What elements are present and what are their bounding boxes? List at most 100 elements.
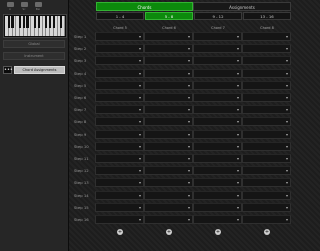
chevron-down-icon: ▾	[138, 180, 141, 186]
black-key	[48, 16, 52, 28]
chord-dropdown[interactable]: ▾	[144, 105, 193, 115]
chord-dropdown[interactable]: ▾	[193, 178, 242, 188]
chord-dropdown[interactable]: ▾	[193, 56, 242, 66]
add-button[interactable]: +	[215, 229, 221, 235]
chord-dropdown[interactable]: ▾	[95, 190, 144, 200]
chord-dropdown[interactable]: ▾	[193, 117, 242, 127]
chord-dropdown[interactable]: ▾	[95, 32, 144, 41]
chord-dropdown[interactable]: ▾	[144, 56, 193, 66]
chord-dropdown[interactable]: ▾	[95, 166, 144, 176]
chevron-down-icon: ▾	[187, 58, 190, 64]
chevron-down-icon: ▾	[285, 46, 288, 52]
chord-dropdown[interactable]: ▾	[242, 56, 291, 66]
step-label: Step 10	[74, 143, 89, 149]
chord-dropdown[interactable]: ▾	[95, 80, 144, 90]
range-tab-1-4[interactable]: 1 - 4	[96, 12, 144, 20]
chord-dropdown[interactable]: ▾	[242, 117, 291, 127]
chord-assignments-button[interactable]: Chord Assignments	[14, 66, 65, 74]
chord-dropdown[interactable]: ▾	[193, 129, 242, 139]
chord-dropdown[interactable]: ▾	[144, 93, 193, 102]
chord-dropdown[interactable]: ▾	[193, 80, 242, 90]
range-tab-5-8[interactable]: 5 - 8	[145, 12, 193, 20]
chevron-down-icon: ▾	[285, 168, 288, 174]
chord-dropdown[interactable]: ▾	[242, 68, 291, 78]
chord-dropdown[interactable]: ▾	[242, 32, 291, 41]
chord-dropdown[interactable]: ▾	[242, 178, 291, 188]
chord-dropdown[interactable]: ▾	[242, 154, 291, 163]
chord-dropdown[interactable]: ▾	[242, 202, 291, 212]
chord-dropdown[interactable]: ▾	[242, 166, 291, 176]
chord-dropdown[interactable]: ▾	[144, 68, 193, 78]
chord-dropdown[interactable]: ▾	[144, 117, 193, 127]
column-header: Chord 8	[260, 26, 274, 30]
chord-dropdown[interactable]: ▾	[193, 202, 242, 212]
step-label: Step 16	[74, 217, 89, 222]
instrument-button[interactable]: Instrument	[3, 52, 65, 60]
black-key	[26, 16, 29, 28]
chord-dropdown[interactable]: ▾	[144, 141, 193, 151]
chord-dropdown[interactable]: ▾	[193, 93, 242, 102]
range-tab-9-12[interactable]: 9 - 12	[194, 12, 242, 20]
add-button[interactable]: +	[166, 229, 172, 235]
chord-dropdown[interactable]: ▾	[193, 215, 242, 224]
chord-dropdown[interactable]: ▾	[242, 105, 291, 115]
chord-dropdown[interactable]: ▾	[144, 202, 193, 212]
chevron-down-icon: ▾	[138, 70, 141, 76]
chord-dropdown[interactable]: ▾	[242, 190, 291, 200]
chord-dropdown[interactable]: ▾	[95, 68, 144, 78]
chevron-down-icon: ▾	[285, 34, 288, 39]
chord-dropdown[interactable]: ▾	[242, 129, 291, 139]
chord-dropdown[interactable]: ▾	[144, 80, 193, 90]
more-icon[interactable]: •••	[3, 66, 13, 74]
chord-dropdown[interactable]: ▾	[144, 166, 193, 176]
tab-chords[interactable]: Chords	[96, 2, 193, 11]
chord-dropdown[interactable]: ▾	[144, 44, 193, 54]
chord-dropdown[interactable]: ▾	[95, 105, 144, 115]
keyboard-thumbnail[interactable]	[3, 14, 67, 38]
chevron-down-icon: ▾	[285, 180, 288, 186]
chevron-down-icon: ▾	[285, 131, 288, 137]
chord-dropdown[interactable]: ▾	[144, 32, 193, 41]
chord-dropdown[interactable]: ▾	[95, 129, 144, 139]
step-label: Step 2	[74, 46, 87, 52]
chord-dropdown[interactable]: ▾	[242, 80, 291, 90]
chord-dropdown[interactable]: ▾	[95, 93, 144, 102]
tab-assignments[interactable]: Assignments	[193, 2, 291, 11]
add-button[interactable]: +	[117, 229, 123, 235]
chord-dropdown[interactable]: ▾	[193, 68, 242, 78]
chord-dropdown[interactable]: ▾	[144, 129, 193, 139]
chevron-down-icon: ▾	[138, 46, 141, 52]
chord-dropdown[interactable]: ▾	[144, 215, 193, 224]
chord-dropdown[interactable]: ▾	[144, 178, 193, 188]
chord-dropdown[interactable]: ▾	[95, 202, 144, 212]
chord-dropdown[interactable]: ▾	[242, 93, 291, 102]
chevron-down-icon: ▾	[285, 119, 288, 125]
chord-dropdown[interactable]: ▾	[95, 117, 144, 127]
chord-dropdown[interactable]: ▾	[193, 32, 242, 41]
chord-dropdown[interactable]: ▾	[144, 190, 193, 200]
chord-dropdown[interactable]: ▾	[95, 178, 144, 188]
chord-dropdown[interactable]: ▾	[193, 105, 242, 115]
chord-dropdown[interactable]: ▾	[144, 154, 193, 163]
chord-dropdown[interactable]: ▾	[193, 141, 242, 151]
chord-dropdown[interactable]: ▾	[193, 166, 242, 176]
range-tab-13-16[interactable]: 13 - 16	[243, 12, 291, 20]
chord-dropdown[interactable]: ▾	[95, 56, 144, 66]
chord-dropdown[interactable]: ▾	[95, 141, 144, 151]
chord-dropdown[interactable]: ▾	[193, 44, 242, 54]
global-button[interactable]: Global	[3, 40, 65, 48]
pan-icon[interactable]: Pan	[33, 2, 43, 11]
chord-dropdown[interactable]: ▾	[95, 44, 144, 54]
grid-icon[interactable]: A	[5, 2, 15, 11]
chord-dropdown[interactable]: ▾	[95, 215, 144, 224]
add-button[interactable]: +	[264, 229, 270, 235]
chord-dropdown[interactable]: ▾	[193, 154, 242, 163]
chord-dropdown[interactable]: ▾	[95, 154, 144, 163]
chevron-down-icon: ▾	[187, 204, 190, 210]
chord-dropdown[interactable]: ▾	[242, 44, 291, 54]
chord-dropdown[interactable]: ▾	[242, 215, 291, 224]
scale-icon[interactable]: Sc	[19, 2, 29, 11]
chord-dropdown[interactable]: ▾	[193, 190, 242, 200]
chord-dropdown[interactable]: ▾	[242, 141, 291, 151]
chevron-down-icon: ▾	[236, 192, 239, 198]
